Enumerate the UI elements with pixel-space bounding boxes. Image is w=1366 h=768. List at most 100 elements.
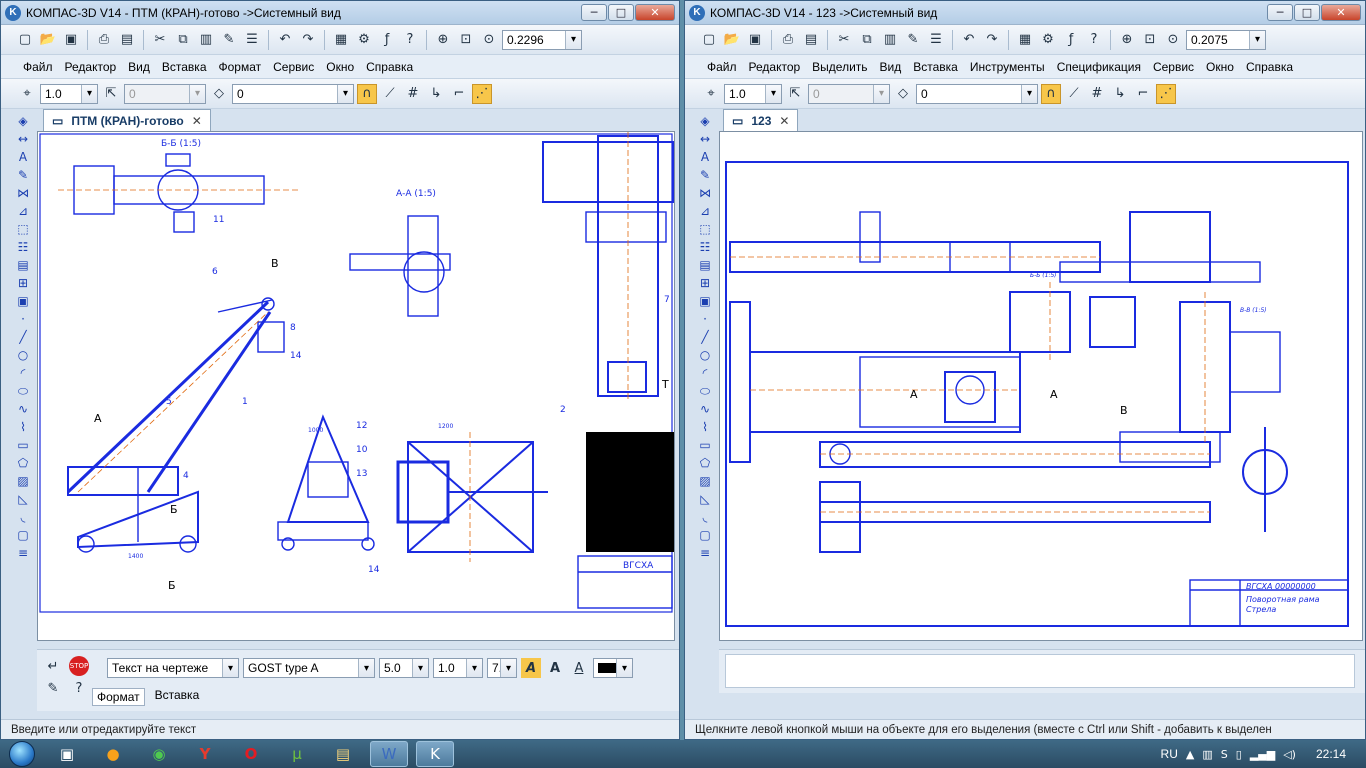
signal-icon[interactable]: ▂▄▆: [1250, 748, 1275, 761]
title-bar[interactable]: K КОМПАС-3D V14 - ПТМ (КРАН)-готово ->Си…: [1, 1, 679, 25]
parametrization-icon[interactable]: ⋈: [695, 185, 715, 201]
ellipse-icon[interactable]: ⬭: [13, 383, 33, 399]
variables-icon[interactable]: ƒ: [1061, 30, 1081, 50]
polygon-icon[interactable]: ⬠: [695, 455, 715, 471]
zoom-scale-icon[interactable]: ⊙: [479, 30, 499, 50]
help-pointer-icon[interactable]: ?: [1084, 30, 1104, 50]
measure-icon[interactable]: ⊿: [695, 203, 715, 219]
create-object-icon[interactable]: ↵: [43, 656, 63, 676]
avast-icon[interactable]: ●: [94, 741, 132, 767]
copy-icon[interactable]: ⧉: [173, 30, 193, 50]
polyline-icon[interactable]: ⌇: [695, 419, 715, 435]
grid-icon[interactable]: #: [1087, 84, 1107, 104]
new-document-icon[interactable]: ▢: [699, 30, 719, 50]
coordinate-icon[interactable]: ↳: [426, 84, 446, 104]
stop-icon[interactable]: STOP: [69, 656, 89, 676]
bold-icon[interactable]: A: [545, 658, 565, 678]
manager-icon[interactable]: ▦: [331, 30, 351, 50]
print-preview-icon[interactable]: ▤: [801, 30, 821, 50]
fragment-icon[interactable]: ▣: [695, 293, 715, 309]
close-tab-icon[interactable]: ✕: [192, 114, 202, 128]
annotation-icon[interactable]: A: [695, 149, 715, 165]
dimensions-icon[interactable]: ↔: [695, 131, 715, 147]
help-pointer-icon[interactable]: ?: [400, 30, 420, 50]
copy-icon[interactable]: ⧉: [857, 30, 877, 50]
editing-icon[interactable]: ✎: [695, 167, 715, 183]
hatch-icon[interactable]: ▨: [695, 473, 715, 489]
print-preview-icon[interactable]: ▤: [117, 30, 137, 50]
menu-service[interactable]: Сервис: [273, 60, 314, 74]
menu-view[interactable]: Вид: [880, 60, 902, 74]
line-spacing-combo[interactable]: 1.0: [433, 658, 483, 678]
opera-icon[interactable]: O: [232, 741, 270, 767]
menu-file[interactable]: Файл: [707, 60, 737, 74]
chamfer-icon[interactable]: ◺: [13, 491, 33, 507]
grid-icon[interactable]: #: [403, 84, 423, 104]
start-button[interactable]: [0, 740, 44, 768]
language-indicator[interactable]: RU: [1161, 747, 1178, 761]
kompas-window-right[interactable]: K КОМПАС-3D V14 - 123 ->Системный вид ─ …: [684, 0, 1366, 740]
explorer-icon[interactable]: ▤: [324, 741, 362, 767]
kompas-icon[interactable]: K: [416, 741, 454, 767]
save-icon[interactable]: ▣: [745, 30, 765, 50]
ortho-icon[interactable]: ⟋: [1064, 84, 1084, 104]
tab-format[interactable]: Формат: [92, 688, 145, 706]
parametric-icon[interactable]: ⋰: [1156, 83, 1176, 104]
circle-icon[interactable]: ○: [13, 347, 33, 363]
minimize-button[interactable]: ─: [1267, 4, 1293, 21]
local-cs-icon[interactable]: ⇱: [785, 84, 805, 104]
zoom-in-icon[interactable]: ⊕: [1117, 30, 1137, 50]
speedfan-icon[interactable]: ◉: [140, 741, 178, 767]
fragment-icon[interactable]: ▣: [13, 293, 33, 309]
menu-insert[interactable]: Вставка: [162, 60, 207, 74]
manager-icon[interactable]: ▦: [1015, 30, 1035, 50]
zoom-window-icon[interactable]: ⊡: [456, 30, 476, 50]
menu-tools[interactable]: Инструменты: [970, 60, 1045, 74]
properties-icon[interactable]: ☰: [242, 30, 262, 50]
text-style-combo[interactable]: Текст на чертеже: [107, 658, 239, 678]
coordinate-icon[interactable]: ↳: [1110, 84, 1130, 104]
arc-icon[interactable]: ◜: [13, 365, 33, 381]
menu-file[interactable]: Файл: [23, 60, 53, 74]
snap-step-icon[interactable]: ⌖: [701, 84, 721, 104]
chamfer-icon[interactable]: ◺: [695, 491, 715, 507]
view-combo[interactable]: 0: [916, 83, 1038, 104]
cut-icon[interactable]: ✂: [150, 30, 170, 50]
zoom-in-icon[interactable]: ⊕: [433, 30, 453, 50]
menu-view[interactable]: Вид: [128, 60, 150, 74]
yandex-icon[interactable]: Y: [186, 741, 224, 767]
layers-icon[interactable]: ◇: [209, 84, 229, 104]
ortho-icon[interactable]: ⟋: [380, 84, 400, 104]
insert-icon[interactable]: ⊞: [13, 275, 33, 291]
clock[interactable]: 22:14: [1316, 747, 1346, 761]
line-icon[interactable]: ╱: [695, 329, 715, 345]
equidistant-icon[interactable]: ≡: [695, 545, 715, 561]
battery-icon[interactable]: ▯: [1236, 748, 1242, 761]
fillet-icon[interactable]: ◟: [695, 509, 715, 525]
spec-icon[interactable]: ☷: [695, 239, 715, 255]
menu-select[interactable]: Выделить: [812, 60, 867, 74]
show-hidden-icon[interactable]: ▲: [1186, 748, 1194, 761]
polyline-icon[interactable]: ⌇: [13, 419, 33, 435]
spline-icon[interactable]: ∿: [13, 401, 33, 417]
doc-tab-123[interactable]: ▭ 123 ✕: [723, 109, 799, 131]
drawing-canvas[interactable]: Б-Б (1:5) А-А (1:5) В 6 8 14 5 1 А 4 Б Б…: [37, 131, 675, 641]
menu-help[interactable]: Справка: [1246, 60, 1293, 74]
point-icon[interactable]: ·: [695, 311, 715, 327]
zoom-combo[interactable]: 0.2075: [1186, 29, 1266, 50]
menu-editor[interactable]: Редактор: [749, 60, 801, 74]
zoom-window-icon[interactable]: ⊡: [1140, 30, 1160, 50]
menu-insert[interactable]: Вставка: [913, 60, 958, 74]
doc-tab-ptm[interactable]: ▭ ПТМ (КРАН)-готово ✕: [43, 109, 211, 131]
format-painter-icon[interactable]: ✎: [903, 30, 923, 50]
maximize-button[interactable]: □: [1294, 4, 1320, 21]
annotation-icon[interactable]: A: [13, 149, 33, 165]
word-icon[interactable]: W: [370, 741, 408, 767]
menu-editor[interactable]: Редактор: [65, 60, 117, 74]
skype-icon[interactable]: S: [1221, 748, 1228, 761]
snap-step-icon[interactable]: ⌖: [17, 84, 37, 104]
editing-icon[interactable]: ✎: [13, 167, 33, 183]
circle-icon[interactable]: ○: [695, 347, 715, 363]
title-bar[interactable]: K КОМПАС-3D V14 - 123 ->Системный вид ─ …: [685, 1, 1365, 25]
maximize-button[interactable]: □: [608, 4, 634, 21]
